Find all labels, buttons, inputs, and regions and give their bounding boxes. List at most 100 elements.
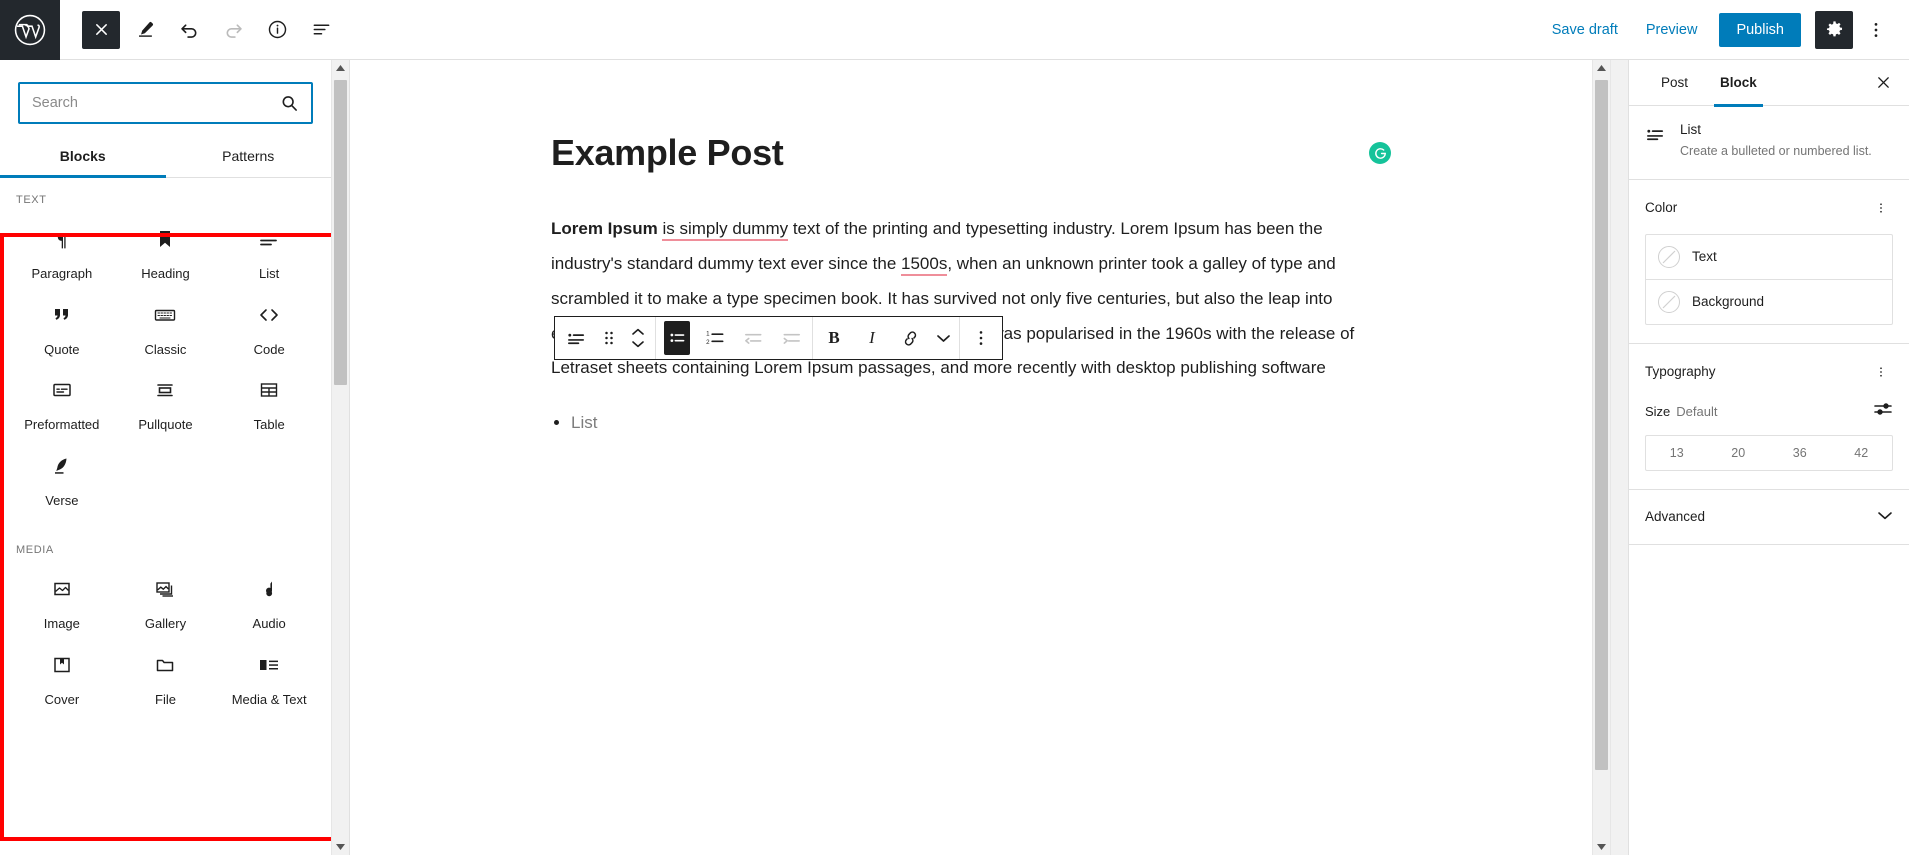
chevron-down-icon[interactable]	[929, 317, 957, 359]
cover-icon	[51, 652, 73, 678]
gallery-icon	[154, 576, 176, 602]
sidebar-scrollbar[interactable]	[1610, 60, 1628, 855]
sliders-icon[interactable]	[1873, 400, 1893, 423]
font-size-preset-20[interactable]: 20	[1708, 436, 1770, 470]
block-label: Gallery	[144, 616, 187, 632]
block-label: Verse	[45, 492, 79, 508]
audio-note-icon	[258, 576, 280, 602]
wordpress-block-editor: Save draft Preview Publish Search Blocks…	[0, 0, 1909, 855]
svg-text:¶: ¶	[57, 230, 67, 250]
block-item-list[interactable]: List	[217, 212, 321, 288]
list-icon	[1645, 122, 1666, 161]
scroll-down-icon[interactable]	[332, 838, 349, 855]
font-size-preset-13[interactable]: 13	[1646, 436, 1708, 470]
block-item-pullquote[interactable]: Pullquote	[114, 363, 218, 439]
toolbar-group-block	[555, 317, 655, 359]
kebab-menu-icon[interactable]	[1859, 11, 1893, 49]
block-item-audio[interactable]: Audio	[217, 562, 321, 638]
tab-patterns[interactable]: Patterns	[166, 136, 332, 177]
scroll-up-icon[interactable]	[1593, 60, 1610, 77]
section-title-text: TEXT	[16, 194, 47, 206]
header-right-tools: Save draft Preview Publish	[1538, 0, 1909, 59]
drag-handle-icon[interactable]	[595, 317, 623, 359]
block-item-paragraph[interactable]: ¶ Paragraph	[10, 212, 114, 288]
italic-button[interactable]: I	[853, 317, 891, 359]
canvas-scrollbar[interactable]	[1592, 60, 1610, 855]
block-item-quote[interactable]: Quote	[10, 288, 114, 364]
color-row-text[interactable]: Text	[1646, 235, 1892, 279]
font-size-preset-36[interactable]: 36	[1769, 436, 1831, 470]
list-block[interactable]: List	[551, 408, 1391, 439]
block-item-classic[interactable]: Classic	[114, 288, 218, 364]
block-label: Image	[43, 616, 80, 632]
search-box[interactable]	[18, 82, 313, 124]
kebab-menu-icon[interactable]	[962, 317, 1000, 359]
inserter-scrollbar[interactable]	[331, 60, 349, 855]
block-item-table[interactable]: Table	[217, 363, 321, 439]
tab-post[interactable]: Post	[1645, 60, 1704, 106]
block-item-file[interactable]: File	[114, 638, 218, 714]
list-item[interactable]: List	[571, 408, 1391, 439]
pencil-icon[interactable]	[126, 11, 164, 49]
unordered-list-icon[interactable]	[658, 317, 696, 359]
save-draft-button[interactable]: Save draft	[1538, 14, 1632, 46]
link-icon[interactable]	[891, 317, 929, 359]
block-card-title: List	[1680, 122, 1702, 137]
undo-icon[interactable]	[170, 11, 208, 49]
editor-canvas[interactable]: Example Post Lorem Ipsum is simply dummy…	[350, 60, 1592, 855]
gear-icon[interactable]	[1815, 10, 1853, 49]
scroll-down-icon[interactable]	[1593, 838, 1610, 855]
scroll-up-icon[interactable]	[332, 60, 349, 77]
block-item-media-text[interactable]: Media & Text	[217, 638, 321, 714]
preview-button[interactable]: Preview	[1632, 14, 1712, 46]
grammarly-suggestion-1[interactable]: is simply dummy	[662, 219, 789, 241]
close-icon[interactable]	[82, 10, 120, 49]
wordpress-logo-icon[interactable]	[0, 0, 60, 60]
color-row-background[interactable]: Background	[1646, 278, 1892, 324]
block-label: Heading	[141, 266, 190, 281]
canvas-scrollbar-thumb[interactable]	[1595, 80, 1608, 770]
color-label: Text	[1692, 249, 1717, 264]
tab-blocks[interactable]: Blocks	[0, 136, 166, 178]
block-item-gallery[interactable]: Gallery	[114, 562, 218, 638]
block-label: Classic	[144, 341, 187, 357]
list-view-icon[interactable]	[302, 11, 340, 49]
block-item-preformatted[interactable]: Preformatted	[10, 363, 114, 439]
pullquote-icon	[154, 377, 176, 403]
close-icon[interactable]	[1867, 67, 1899, 99]
editor-canvas-wrap: Example Post Lorem Ipsum is simply dummy…	[350, 60, 1610, 855]
block-item-code[interactable]: Code	[217, 288, 321, 364]
section-title-media: MEDIA	[16, 544, 54, 557]
kebab-menu-icon[interactable]	[1869, 360, 1893, 384]
post-paragraph[interactable]: Lorem Ipsum is simply dummy text of the …	[551, 212, 1391, 386]
bold-button[interactable]: B	[815, 317, 853, 359]
advanced-panel-toggle[interactable]: Advanced	[1629, 490, 1909, 545]
search-icon[interactable]	[276, 94, 311, 113]
toolbar-group-list-format: 1 2	[655, 317, 812, 359]
unset-swatch-icon	[1658, 290, 1680, 313]
block-label: Preformatted	[24, 417, 100, 433]
block-item-heading[interactable]: Heading	[114, 212, 218, 288]
block-item-image[interactable]: Image	[10, 562, 114, 638]
post-title-row: Example Post	[551, 132, 1391, 174]
block-item-cover[interactable]: Cover	[10, 638, 114, 714]
search-input[interactable]	[20, 95, 276, 111]
kebab-menu-icon[interactable]	[1869, 196, 1893, 220]
editor-header: Save draft Preview Publish	[0, 0, 1909, 60]
block-item-verse[interactable]: Verse	[10, 439, 114, 515]
grammarly-refresh-icon[interactable]	[1369, 142, 1391, 164]
post-title[interactable]: Example Post	[551, 132, 784, 174]
selected-block-card: List Create a bulleted or numbered list.	[1629, 106, 1909, 180]
inserter-scrollbar-thumb[interactable]	[334, 80, 347, 385]
tab-block[interactable]: Block	[1704, 60, 1773, 107]
move-up-down-icon[interactable]	[623, 328, 653, 348]
block-grid-media: Image Gallery Audio Cover File Media & T…	[0, 556, 331, 713]
info-icon[interactable]	[258, 11, 296, 49]
typography-panel-header: Typography	[1645, 360, 1893, 384]
block-label: Quote	[44, 341, 80, 357]
publish-button[interactable]: Publish	[1719, 12, 1801, 47]
ordered-list-icon[interactable]: 1 2	[696, 317, 734, 359]
list-icon[interactable]	[557, 317, 595, 359]
font-size-preset-42[interactable]: 42	[1831, 436, 1893, 470]
grammarly-suggestion-2[interactable]: 1500s	[901, 253, 948, 276]
